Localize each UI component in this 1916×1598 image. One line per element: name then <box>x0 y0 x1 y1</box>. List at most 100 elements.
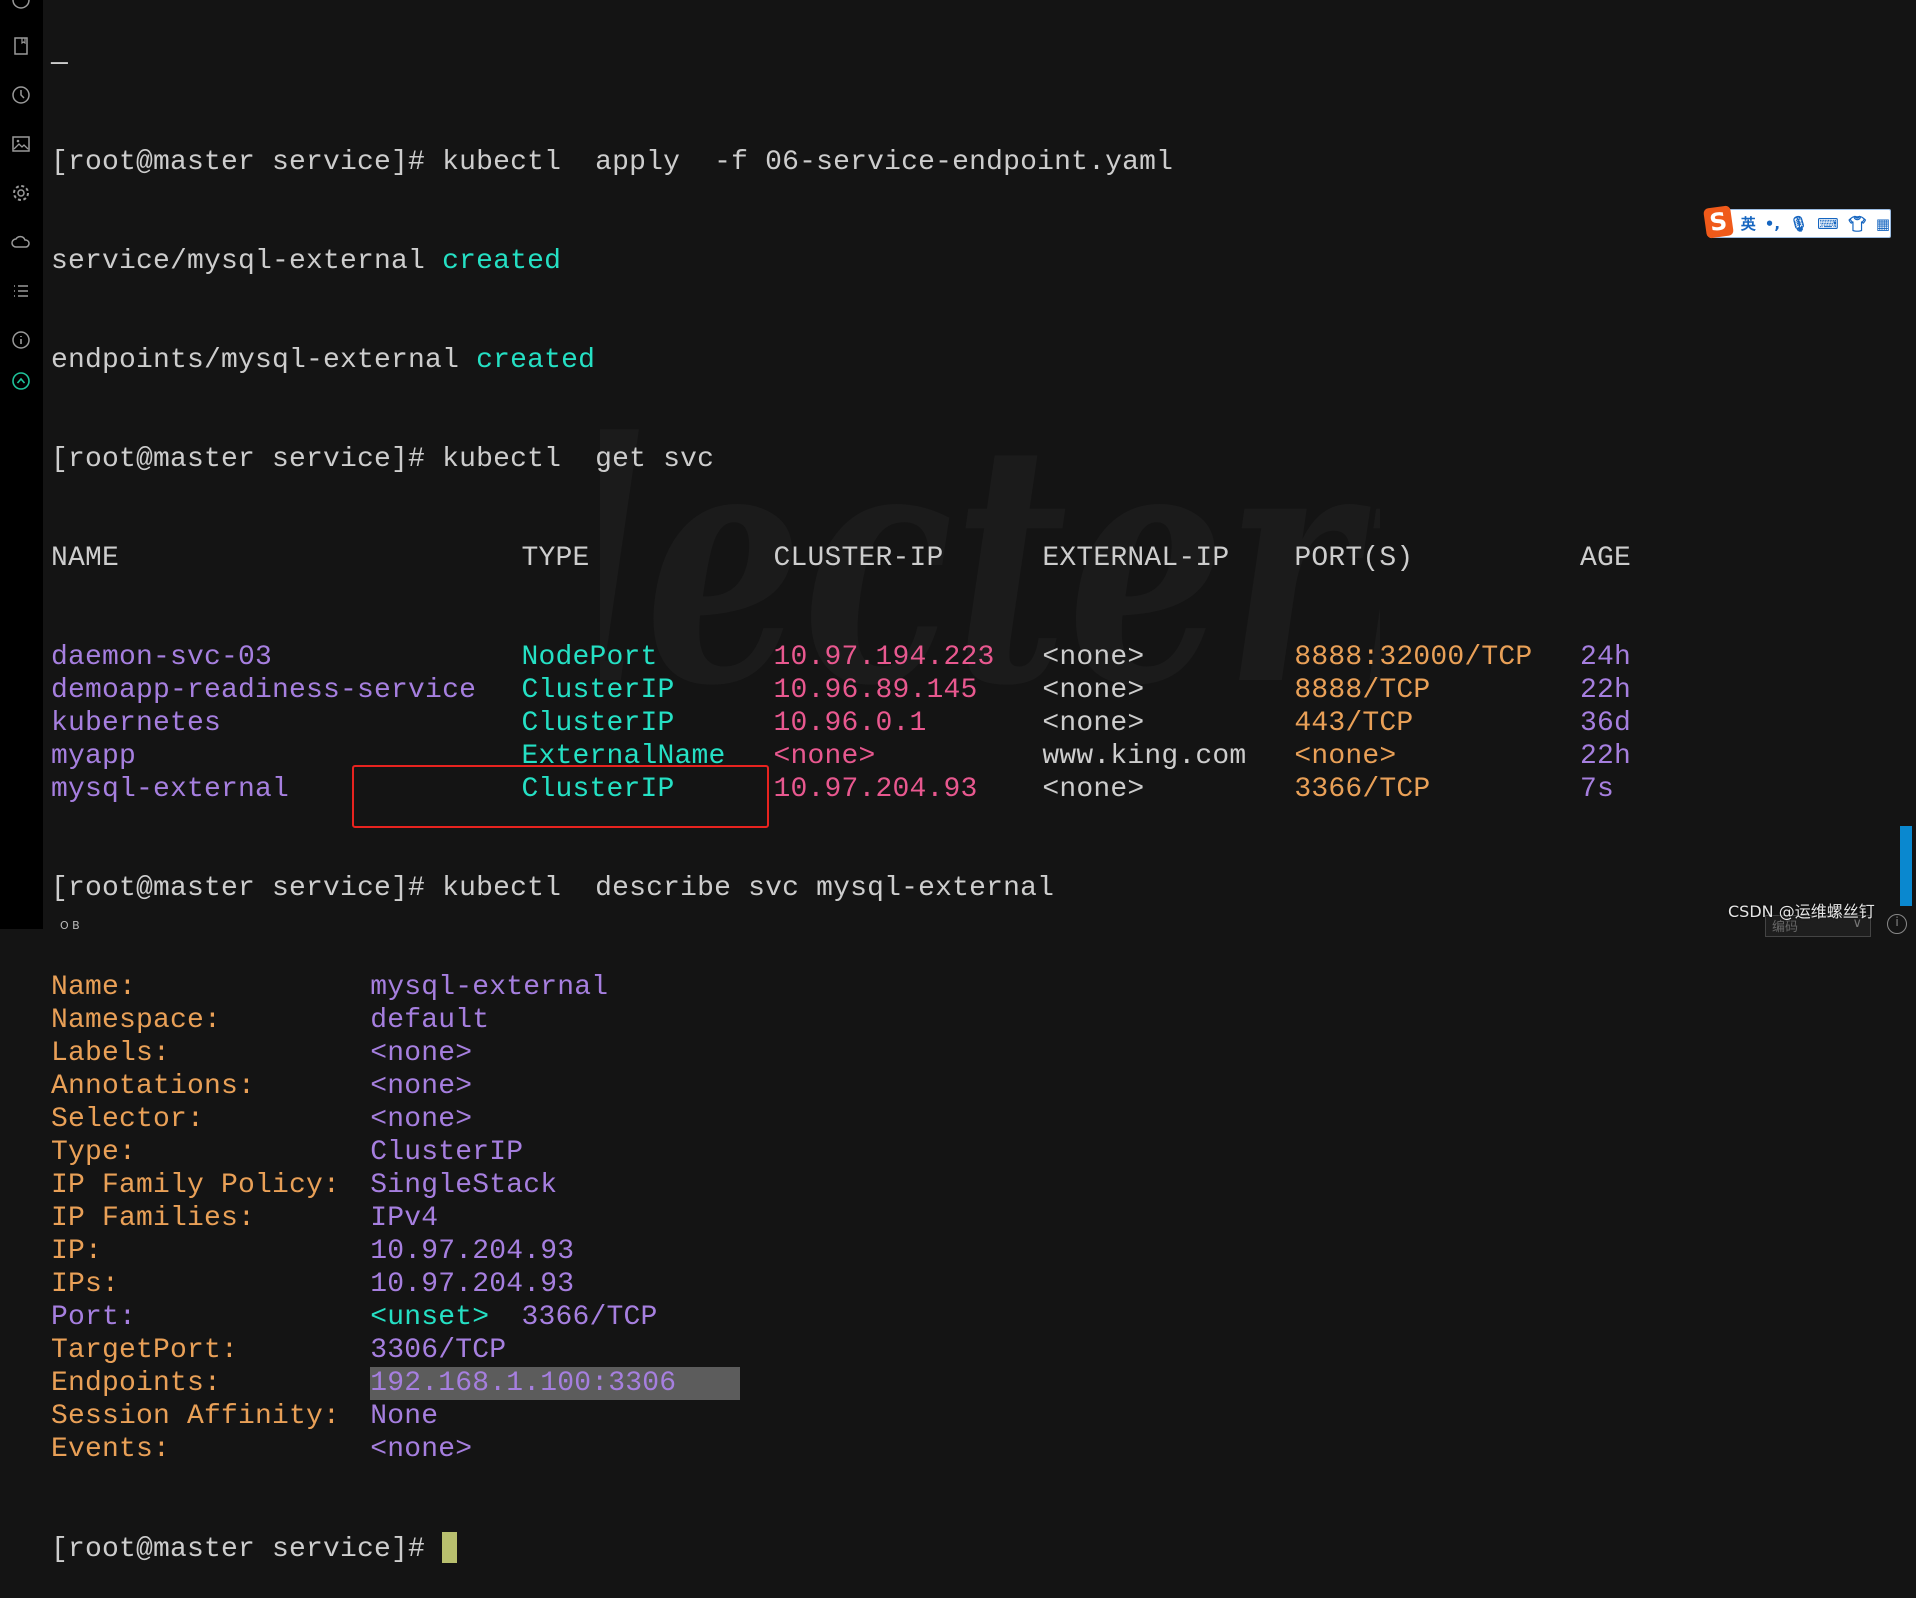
svc-table-header: NAME TYPE CLUSTER-IP EXTERNAL-IP PORT(S) AGE <box>51 542 1631 575</box>
keyboard-icon[interactable]: ⌨ <box>1817 215 1839 233</box>
describe-label: Endpoints: <box>51 1368 222 1399</box>
svc-table-row: mysql-external ClusterIP 10.97.204.93 <none… <box>51 773 1631 806</box>
upgrade-icon[interactable] <box>11 371 31 391</box>
list-icon[interactable] <box>11 281 31 301</box>
describe-row: IP: 10.97.204.93 <box>51 1235 1631 1268</box>
describe-value: <none> <box>370 1104 473 1135</box>
describe-value: 3366/TCP <box>521 1302 658 1333</box>
describe-label: IP Families: <box>51 1203 256 1234</box>
describe-row: Events: <none> <box>51 1433 1631 1466</box>
col-header: EXTERNAL-IP <box>1042 543 1230 574</box>
svc-cell: 8888:32000/TCP <box>1294 642 1533 673</box>
svc-cell: NodePort <box>521 642 658 673</box>
col-header: NAME <box>51 543 120 574</box>
svc-cell: 443/TCP <box>1294 708 1414 739</box>
describe-row: Type: ClusterIP <box>51 1136 1631 1169</box>
microphone-icon[interactable]: 🎙︎ <box>1789 215 1808 233</box>
describe-label: Annotations: <box>51 1071 256 1102</box>
prompt: [root@master service]# <box>51 873 426 904</box>
describe-label: IP Family Policy: <box>51 1170 341 1201</box>
bottom-bar-fragment: O B <box>60 919 80 932</box>
svc-cell: 22h <box>1580 675 1632 706</box>
resource-name: service/mysql-external <box>51 246 443 277</box>
describe-value: ClusterIP <box>370 1137 524 1168</box>
col-header: CLUSTER-IP <box>773 543 944 574</box>
sogou-logo-icon[interactable]: S <box>1703 204 1734 239</box>
terminal-output[interactable]: — [root@master service]# kubectl apply -… <box>51 0 1631 1598</box>
describe-label: Name: <box>51 972 137 1003</box>
highlight-box <box>352 765 769 828</box>
svc-cell: ClusterIP <box>521 675 675 706</box>
command-line-describe: [root@master service]# kubectl describe … <box>51 872 1631 905</box>
col-header: PORT(S) <box>1294 543 1414 574</box>
describe-row: TargetPort: 3306/TCP <box>51 1334 1631 1367</box>
svc-cell: 3366/TCP <box>1294 774 1431 805</box>
history-icon[interactable] <box>11 85 31 105</box>
command-line-get: [root@master service]# kubectl get svc <box>51 443 1631 476</box>
svc-cell: 10.97.204.93 <box>773 774 978 805</box>
ime-punct-toggle[interactable]: •, <box>1765 215 1780 233</box>
info-icon[interactable] <box>11 330 31 350</box>
command-line-current[interactable]: [root@master service]# <box>51 1532 1631 1565</box>
ime-mode-toggle[interactable]: 英 <box>1741 213 1756 234</box>
describe-value: <none> <box>370 1038 473 1069</box>
status-text: created <box>476 345 596 376</box>
gear-icon[interactable] <box>11 183 31 203</box>
describe-value: 3306/TCP <box>370 1335 507 1366</box>
status-text: created <box>442 246 562 277</box>
describe-value: mysql-external <box>370 972 609 1003</box>
sidebar <box>0 0 43 929</box>
svc-cell: daemon-svc-03 <box>51 642 273 673</box>
terminal-cursor <box>442 1532 458 1563</box>
svc-cell: <none> <box>1042 774 1145 805</box>
describe-label: TargetPort: <box>51 1335 239 1366</box>
describe-value: 10.97.204.93 <box>370 1269 575 1300</box>
svc-cell: <none> <box>1042 675 1145 706</box>
svc-cell: kubernetes <box>51 708 222 739</box>
svc-cell: www.king.com <box>1042 741 1247 772</box>
describe-row: Session Affinity: None <box>51 1400 1631 1433</box>
encoding-label: 编码 <box>1772 920 1799 935</box>
describe-row: IP Family Policy: SingleStack <box>51 1169 1631 1202</box>
describe-row: Selector: <none> <box>51 1103 1631 1136</box>
resource-name: endpoints/mysql-external <box>51 345 477 376</box>
cloud-sync-icon[interactable] <box>11 232 31 252</box>
command: kubectl describe svc mysql-external <box>425 873 1055 904</box>
partial-top-icon[interactable] <box>11 0 31 10</box>
command: kubectl get svc <box>425 444 715 475</box>
describe-value: None <box>370 1401 439 1432</box>
command-line-apply: [root@master service]# kubectl apply -f … <box>51 146 1631 179</box>
svc-cell: ClusterIP <box>521 708 675 739</box>
svc-cell: 36d <box>1580 708 1632 739</box>
describe-value: SingleStack <box>370 1170 558 1201</box>
describe-value: <unset> <box>370 1302 490 1333</box>
svc-table-row: myapp ExternalName <none> www.king.com <none… <box>51 740 1631 773</box>
csdn-watermark: CSDN @运维螺丝钉 <box>1728 902 1875 921</box>
describe-row: Namespace: default <box>51 1004 1631 1037</box>
describe-label: IP: <box>51 1236 103 1267</box>
prompt: [root@master service]# <box>51 1534 426 1565</box>
describe-label: Session Affinity: <box>51 1401 341 1432</box>
svc-table-row: kubernetes ClusterIP 10.96.0.1 <none> 443/TC… <box>51 707 1631 740</box>
col-header: TYPE <box>521 543 590 574</box>
toolbox-grid-icon[interactable]: ▦ <box>1876 215 1890 233</box>
svc-cell: 7s <box>1580 774 1615 805</box>
info-icon[interactable]: i <box>1887 914 1907 934</box>
describe-row: Name: mysql-external <box>51 971 1631 1004</box>
ime-toolbar[interactable]: S 英 •, 🎙︎ ⌨ 👕︎ ▦ <box>1703 204 1891 239</box>
describe-row: Annotations: <none> <box>51 1070 1631 1103</box>
bookmark-icon[interactable] <box>11 36 31 56</box>
image-icon[interactable] <box>11 134 31 154</box>
svc-cell: <none> <box>773 741 876 772</box>
describe-value: <none> <box>370 1434 473 1465</box>
describe-label: Events: <box>51 1434 171 1465</box>
prompt: [root@master service]# <box>51 444 426 475</box>
describe-value: 192.168.1.100:3306 <box>370 1367 740 1400</box>
skin-shirt-icon[interactable]: 👕︎ <box>1848 215 1867 233</box>
describe-row: IPs: 10.97.204.93 <box>51 1268 1631 1301</box>
describe-label: IPs: <box>51 1269 120 1300</box>
describe-value: <none> <box>370 1071 473 1102</box>
describe-label: Namespace: <box>51 1005 222 1036</box>
terminal-scrollbar[interactable] <box>1900 826 1912 906</box>
svc-cell: 10.97.194.223 <box>773 642 995 673</box>
